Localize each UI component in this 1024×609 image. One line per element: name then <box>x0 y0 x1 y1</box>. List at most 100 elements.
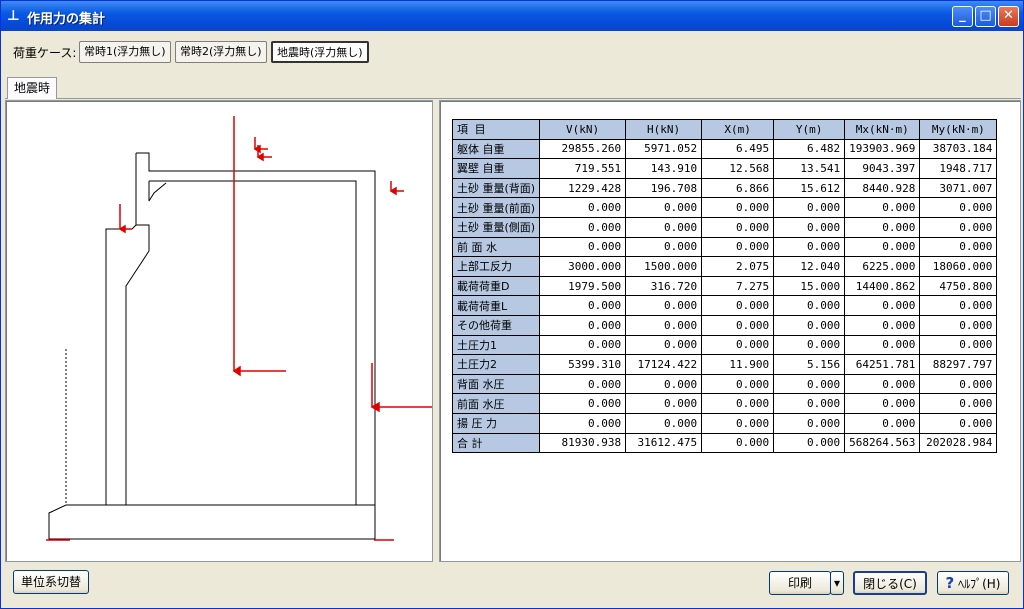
header-my: My(kN·m) <box>919 119 998 140</box>
row-label: 土砂 重量(背面) <box>451 177 541 199</box>
table-cell: 1979.500 <box>539 275 627 297</box>
table-cell: 0.000 <box>701 314 775 336</box>
row-label: 躯体 自重 <box>451 138 541 160</box>
abutment-outline <box>48 152 376 540</box>
print-button[interactable]: 印刷 <box>769 571 831 595</box>
table-cell: 0.000 <box>625 216 703 238</box>
table-cell: 0.000 <box>844 236 921 258</box>
table-cell: 3000.000 <box>539 256 627 277</box>
help-button[interactable]: ? ﾍﾙﾌﾟ(H) <box>937 571 1009 595</box>
table-cell: 15.612 <box>773 177 846 199</box>
window-title: 作用力の集計 <box>27 12 106 27</box>
table-cell: 0.000 <box>701 334 775 356</box>
table-cell: 143.910 <box>625 158 703 179</box>
table-cell: 31612.475 <box>625 432 703 454</box>
table-row: その他荷重 0.000 0.000 0.000 0.000 0.000 0.000 <box>451 314 998 336</box>
table-cell: 0.000 <box>701 236 775 258</box>
row-label: 土砂 重量(側面) <box>451 216 541 238</box>
table-row: 前 面 水 0.000 0.000 0.000 0.000 0.000 0.000 <box>451 236 998 258</box>
row-label: 載荷荷重D <box>451 275 541 297</box>
table-cell: 0.000 <box>773 197 846 218</box>
table-row: 土圧力1 0.000 0.000 0.000 0.000 0.000 0.000 <box>451 334 998 356</box>
titlebar[interactable]: ⊥ 作用力の集計 _ □ ✕ <box>1 1 1023 31</box>
table-row: 背面 水圧 0.000 0.000 0.000 0.000 0.000 0.000 <box>451 373 998 395</box>
table-cell: 0.000 <box>539 393 627 414</box>
table-cell: 5399.310 <box>539 354 627 375</box>
table-cell: 64251.781 <box>844 354 921 375</box>
header-x: X(m) <box>701 119 775 140</box>
table-cell: 0.000 <box>625 412 703 434</box>
structure-diagram <box>46 116 432 541</box>
table-cell: 0.000 <box>625 236 703 258</box>
case-button-seismic[interactable]: 地震時(浮力無し) <box>271 41 369 63</box>
table-cell: 0.000 <box>625 334 703 356</box>
table-cell: 0.000 <box>919 314 998 336</box>
close-button[interactable]: 閉じる(C) <box>853 571 927 595</box>
table-cell: 0.000 <box>919 295 998 316</box>
table-row: 土圧力2 5399.310 17124.422 11.900 5.156 64251.78… <box>451 354 998 375</box>
row-label: その他荷重 <box>451 314 541 336</box>
row-label: 翼壁 自重 <box>451 158 541 179</box>
table-cell: 196.708 <box>625 177 703 199</box>
abutment-inner-wall <box>149 180 357 505</box>
table-cell: 0.000 <box>773 295 846 316</box>
row-label: 土圧力2 <box>451 354 541 375</box>
table-cell: 0.000 <box>625 295 703 316</box>
table-cell: 0.000 <box>773 373 846 395</box>
row-label: 前 面 水 <box>451 236 541 258</box>
table-cell: 6.866 <box>701 177 775 199</box>
maximize-button[interactable]: □ <box>975 6 996 27</box>
row-label: 載荷荷重L <box>451 295 541 316</box>
table-cell: 316.720 <box>625 275 703 297</box>
table-cell: 6225.000 <box>844 256 921 277</box>
table-cell: 0.000 <box>844 334 921 356</box>
table-cell: 7.275 <box>701 275 775 297</box>
table-cell: 0.000 <box>919 373 998 395</box>
table-cell: 13.541 <box>773 158 846 179</box>
table-cell: 0.000 <box>625 373 703 395</box>
table-cell: 0.000 <box>701 295 775 316</box>
table-row: 前面 水圧 0.000 0.000 0.000 0.000 0.000 0.000 <box>451 393 998 414</box>
table-cell: 38703.184 <box>919 138 998 160</box>
table-cell: 0.000 <box>701 412 775 434</box>
table-cell: 0.000 <box>625 393 703 414</box>
row-label: 前面 水圧 <box>451 393 541 414</box>
table-cell: 9043.397 <box>844 158 921 179</box>
table-cell: 0.000 <box>844 314 921 336</box>
front-wall-step <box>125 224 150 505</box>
close-window-button[interactable]: ✕ <box>998 6 1019 27</box>
table-row: 上部工反力 3000.000 1500.000 2.075 12.040 6225.000… <box>451 256 998 277</box>
row-label: 揚 圧 力 <box>451 412 541 434</box>
tab-seismic[interactable]: 地震時 <box>7 77 58 99</box>
table-cell: 3071.007 <box>919 177 998 199</box>
table-cell: 6.482 <box>773 138 846 160</box>
table-cell: 0.000 <box>773 393 846 414</box>
table-cell: 0.000 <box>539 216 627 238</box>
table-cell: 568264.563 <box>844 432 921 454</box>
table-cell: 1229.428 <box>539 177 627 199</box>
table-cell: 12.568 <box>701 158 775 179</box>
header-y: Y(m) <box>773 119 846 140</box>
unit-switch-button[interactable]: 単位系切替 <box>13 570 89 594</box>
case-button-normal-2[interactable]: 常時2(浮力無し) <box>175 41 267 63</box>
help-icon: ? <box>945 574 955 592</box>
table-row: 合 計 81930.938 31612.475 0.000 0.000 568264.56… <box>451 432 998 454</box>
minimize-button[interactable]: _ <box>952 6 973 27</box>
table-cell: 17124.422 <box>625 354 703 375</box>
table-cell: 0.000 <box>773 314 846 336</box>
table-cell: 29855.260 <box>539 138 627 160</box>
tab-strip: 地震時 <box>5 75 1021 99</box>
print-dropdown-button[interactable]: ▾ <box>830 571 844 595</box>
table-cell: 1500.000 <box>625 256 703 277</box>
table-row: 躯体 自重 29855.260 5971.052 6.495 6.482 193903.9… <box>451 138 998 160</box>
case-button-normal-1[interactable]: 常時1(浮力無し) <box>79 41 171 63</box>
app-icon: ⊥ <box>7 8 20 24</box>
header-item: 項 目 <box>451 119 541 140</box>
load-case-bar: 荷重ケース: 常時1(浮力無し) 常時2(浮力無し) 地震時(浮力無し) <box>1 35 1023 69</box>
table-row: 載荷荷重L 0.000 0.000 0.000 0.000 0.000 0.000 <box>451 295 998 316</box>
table-cell: 0.000 <box>539 295 627 316</box>
table-cell: 0.000 <box>773 236 846 258</box>
table-cell: 0.000 <box>539 314 627 336</box>
force-summary-table: 項 目 V(kN) H(kN) X(m) Y(m) Mx(kN·m) My(kN… <box>451 119 998 454</box>
table-cell: 0.000 <box>701 432 775 454</box>
